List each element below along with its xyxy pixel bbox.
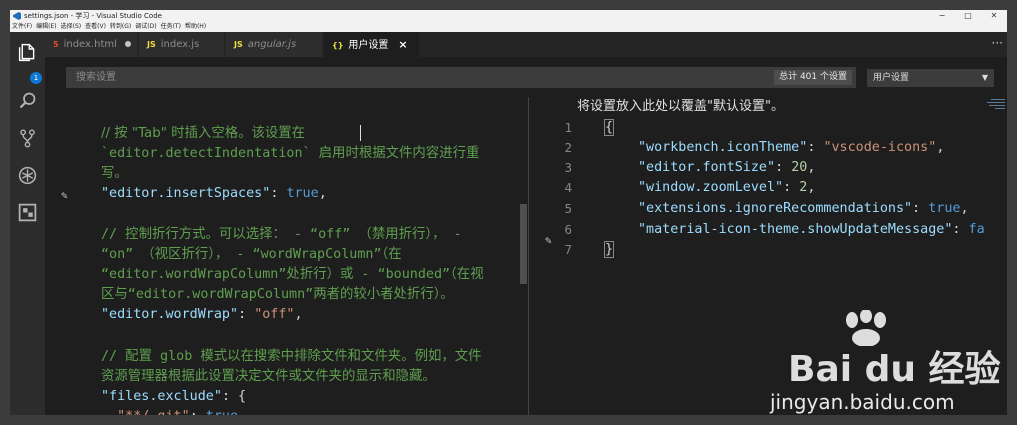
scope-label: 用户设置: [873, 73, 910, 83]
tab-bar: 5 index.html JS index.js JS angular.js {} 用户…: [45, 32, 1007, 57]
line-number: 2: [564, 140, 572, 155]
user-settings-editor[interactable]: 将设置放入此处以覆盖"默认设置"。 1 2 3 4 5 6 7 ✎ { "wor…: [528, 97, 1007, 415]
code-line: "extensions.ignoreRecommendations": true…: [638, 201, 969, 216]
tab-label: 用户设置: [348, 40, 389, 51]
code-line: `editor.detectIndentation` 启用时根据文件内容进行重: [101, 146, 480, 161]
code-line: 写。: [101, 166, 128, 181]
minimap[interactable]: [985, 97, 1005, 113]
extensions-icon[interactable]: [17, 202, 38, 223]
menu-file[interactable]: 文件(F): [12, 22, 32, 32]
text-cursor: [360, 125, 361, 141]
vscode-logo-icon: [13, 12, 21, 20]
settings-search-row: 搜索设置 总计 401 个设置 用户设置 ▼: [45, 57, 1007, 97]
edit-pencil-icon[interactable]: ✎: [545, 234, 552, 247]
line-number: 3: [564, 160, 572, 175]
minimize-button[interactable]: −: [929, 10, 955, 22]
code-line: “editor.wordWrapColumn”处折行）或 - “bounded”…: [101, 267, 484, 282]
js-icon: JS: [147, 40, 156, 49]
code-line: 资源管理器根据此设置决定文件或文件夹的显示和隐藏。: [101, 369, 436, 384]
debug-icon[interactable]: [17, 165, 38, 186]
code-line: "**/.git": true,: [101, 407, 246, 415]
tab-index-js[interactable]: JS index.js: [139, 32, 225, 57]
line-number: 1: [564, 120, 572, 135]
code-line: // 控制折行方式。可以选择： - “off” （禁用折行）， -: [101, 227, 462, 242]
settings-scope-select[interactable]: 用户设置 ▼: [867, 69, 994, 87]
line-number: 4: [564, 180, 572, 195]
tab-angular-js[interactable]: JS angular.js: [226, 32, 323, 57]
menu-selection[interactable]: 选择(S): [61, 22, 82, 32]
vertical-scrollbar[interactable]: [520, 204, 527, 284]
tab-user-settings[interactable]: {} 用户设置 ×: [324, 32, 420, 57]
menu-debug[interactable]: 调试(D): [135, 22, 156, 32]
line-number: 5: [564, 201, 572, 216]
code-line: }: [603, 241, 615, 258]
tab-close-button[interactable]: ×: [398, 38, 407, 51]
files-icon[interactable]: [17, 42, 38, 63]
settings-search-input[interactable]: 搜索设置 总计 401 个设置: [66, 67, 856, 88]
code-line: "editor.wordWrap": "off",: [101, 307, 303, 322]
code-line: // 配置 glob 模式以在搜索中排除文件和文件夹。例如，文件: [101, 349, 482, 364]
modified-dot-icon: [124, 41, 131, 47]
code-line: "editor.fontSize": 20,: [638, 160, 816, 175]
code-line: {: [603, 119, 615, 136]
window-title: settings.json - 学习 - Visual Studio Code: [24, 12, 162, 20]
menu-goto[interactable]: 转到(G): [110, 22, 131, 32]
html5-icon: 5: [53, 40, 59, 49]
js-icon: JS: [234, 40, 243, 49]
activity-bar: 1: [10, 32, 45, 415]
search-icon[interactable]: [17, 90, 38, 111]
tab-label: angular.js: [247, 39, 297, 50]
source-control-icon[interactable]: [17, 128, 38, 149]
json-braces-icon: {}: [332, 41, 344, 50]
menu-help[interactable]: 帮助(H): [185, 22, 206, 32]
chevron-down-icon: ▼: [981, 73, 988, 82]
vscode-window: settings.json - 学习 - Visual Studio Code …: [10, 10, 1007, 415]
code-line: "editor.insertSpaces": true,: [101, 186, 327, 201]
menu-edit[interactable]: 编辑(E): [36, 22, 56, 32]
title-bar: settings.json - 学习 - Visual Studio Code …: [10, 10, 1007, 22]
code-line: "workbench.iconTheme": "vscode-icons",: [638, 140, 945, 155]
menu-tasks[interactable]: 任务(T): [161, 22, 181, 32]
settings-count-badge: 总计 401 个设置: [774, 70, 852, 85]
tab-label: index.js: [160, 39, 200, 50]
edit-pencil-icon[interactable]: ✎: [61, 189, 68, 202]
tab-index-html[interactable]: 5 index.html: [45, 32, 138, 57]
code-line: // 按 "Tab" 时插入空格。该设置在: [101, 126, 306, 141]
code-line: “on” （视区折行）， - “wordWrapColumn”（在: [101, 247, 402, 262]
menu-bar: 文件(F) 编辑(E) 选择(S) 查看(V) 转到(G) 调试(D) 任务(T…: [10, 22, 1007, 32]
more-actions-icon[interactable]: ···: [992, 36, 1003, 50]
maximize-button[interactable]: □: [955, 10, 981, 22]
tab-label: index.html: [63, 39, 117, 50]
code-line: "files.exclude": {: [101, 389, 247, 404]
code-line: 区与“editor.wordWrapColumn”两者的较小者处折行）。: [101, 287, 454, 302]
menu-view[interactable]: 查看(V): [85, 22, 106, 32]
files-badge: 1: [30, 72, 42, 84]
code-line: "window.zoomLevel": 2,: [638, 180, 816, 195]
user-settings-header: 将设置放入此处以覆盖"默认设置"。: [577, 99, 784, 114]
code-line: "material-icon-theme.showUpdateMessage":…: [638, 222, 985, 237]
close-window-button[interactable]: ✕: [981, 10, 1007, 22]
search-placeholder: 搜索设置: [76, 72, 116, 83]
default-settings-editor[interactable]: // 按 "Tab" 时插入空格。该设置在 `editor.detectInde…: [45, 97, 528, 415]
